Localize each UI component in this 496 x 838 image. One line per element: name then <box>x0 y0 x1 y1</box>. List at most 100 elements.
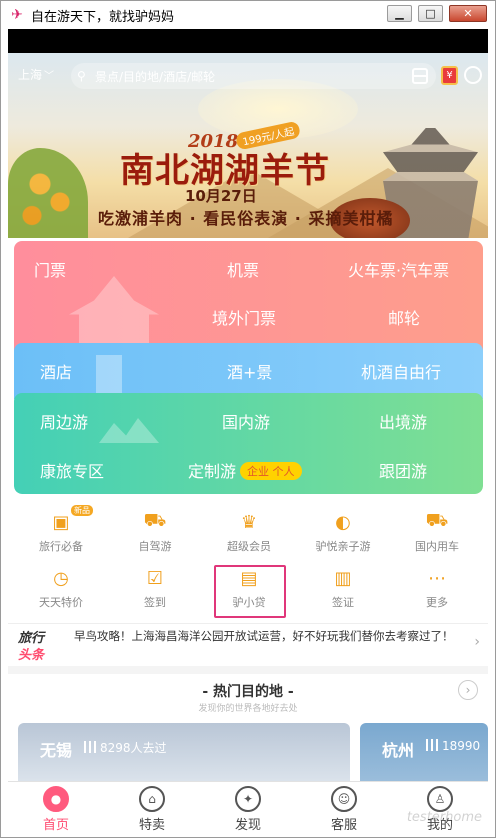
headlines-logo-line2: 头条 <box>18 648 45 663</box>
new-badge: 新品 <box>71 505 93 516</box>
window-title: 自在游天下，就找驴妈妈 <box>31 9 175 25</box>
tab-service[interactable]: ☺ 客服 <box>296 786 392 833</box>
hot-more-button[interactable]: › <box>458 680 478 700</box>
car-icon: ⛟ <box>143 510 167 531</box>
shortcut-more[interactable]: ⋯ 更多 <box>397 567 477 610</box>
chevron-down-icon: ﹀ <box>44 71 55 82</box>
destination-name: 无锡 <box>40 741 73 760</box>
grid-item-cruise[interactable]: 邮轮 <box>388 305 420 329</box>
suitcase-icon: ▣ <box>52 511 70 533</box>
shortcut-label: 更多 <box>426 596 448 609</box>
grid-item-flight-hotel[interactable]: 机酒自由行 <box>361 359 441 383</box>
mountain-illustration <box>99 418 159 443</box>
custom-tour-label: 定制游 <box>188 462 237 481</box>
bar-chart-icon <box>426 739 438 751</box>
scan-icon[interactable] <box>412 68 428 84</box>
grid-item-train-bus[interactable]: 火车票·汽车票 <box>348 257 449 281</box>
tab-label: 首页 <box>42 818 69 833</box>
bar-chart-icon <box>84 741 96 753</box>
shortcut-label: 签证 <box>332 596 354 609</box>
tickets-section: 门票 机票 火车票·汽车票 境外门票 邮轮 <box>14 241 483 353</box>
grid-item-overseas-tickets[interactable]: 境外门票 <box>212 305 276 329</box>
destination-name: 杭州 <box>382 741 415 760</box>
hotel-section: 酒店 酒+景 机酒自由行 <box>14 343 483 399</box>
shortcut-family-tour[interactable]: ◐ 驴悦亲子游 <box>303 511 383 554</box>
status-bar <box>8 29 488 53</box>
shortcut-car-rental[interactable]: ⛟ 国内用车 <box>397 510 477 554</box>
hot-destinations-subtitle: 发现你的世界各地好去处 <box>198 704 298 714</box>
grid-item-hotel-scenic[interactable]: 酒+景 <box>227 359 272 383</box>
app-content: 2018 199元/人起 南北湖湖羊节 10月27日 吃激浦羊肉 · 看民俗表演… <box>8 53 488 833</box>
orange-tree-image <box>8 148 88 238</box>
city-label: 上海 <box>18 68 43 82</box>
tab-discover[interactable]: ✦ 发现 <box>200 786 296 833</box>
vehicle-icon: ⛟ <box>425 510 449 531</box>
temple-illustration <box>69 276 159 346</box>
user-icon[interactable] <box>464 66 482 84</box>
search-icon: ⚲ <box>77 69 86 83</box>
highlight-box <box>214 565 286 618</box>
tours-section: 周边游 国内游 出境游 康旅专区 定制游 企业 个人 跟团游 <box>14 393 483 494</box>
shortcut-label: 驴悦亲子游 <box>315 540 371 553</box>
hot-destinations-title: - 热门目的地 - <box>202 684 294 700</box>
promo-banner[interactable]: 2018 199元/人起 南北湖湖羊节 10月27日 吃激浦羊肉 · 看民俗表演… <box>8 53 488 238</box>
shortcut-label: 超级会员 <box>227 540 271 553</box>
grid-item-wellness[interactable]: 康旅专区 <box>40 458 104 482</box>
app-window: ✈ 自在游天下，就找驴妈妈 ▁ □ ✕ 2018 199元/人起 南北湖湖羊节 … <box>0 0 496 838</box>
compass-icon: ✦ <box>235 786 261 812</box>
shortcut-label: 国内用车 <box>415 540 459 553</box>
calendar-check-icon: ☑ <box>146 567 164 589</box>
custom-tour-tag: 企业 个人 <box>240 462 302 480</box>
close-button[interactable]: ✕ <box>449 5 487 22</box>
crown-icon: ♛ <box>240 511 258 533</box>
search-placeholder: 景点/目的地/酒店/邮轮 <box>95 69 216 84</box>
window-titlebar: ✈ 自在游天下，就找驴妈妈 ▁ □ ✕ <box>1 1 495 29</box>
clock-icon: ◷ <box>53 567 69 589</box>
tab-label: 客服 <box>330 818 357 833</box>
grid-item-domestic-tour[interactable]: 国内游 <box>222 409 270 433</box>
passport-icon: ▥ <box>334 567 352 589</box>
gift-icon[interactable]: ¥ <box>441 66 458 85</box>
grid-item-group-tour[interactable]: 跟团游 <box>379 458 427 482</box>
search-row: 上海 ﹀ ⚲ 景点/目的地/酒店/邮轮 ¥ <box>8 63 488 89</box>
shortcut-label: 旅行必备 <box>39 540 83 553</box>
more-icon: ⋯ <box>428 567 446 589</box>
watermark: testerhome <box>406 810 482 825</box>
chevron-right-icon: › <box>474 634 480 650</box>
banner-date: 10月27日 <box>185 187 257 205</box>
grid-item-custom-tour[interactable]: 定制游 企业 个人 <box>188 458 302 482</box>
shortcut-visa[interactable]: ▥ 签证 <box>303 567 383 610</box>
tab-label: 特卖 <box>138 818 165 833</box>
shortcut-daily-deals[interactable]: ◷ 天天特价 <box>21 567 101 610</box>
city-selector[interactable]: 上海 ﹀ <box>18 66 54 83</box>
section-separator <box>8 666 488 674</box>
destination-stat: 8298人去过 <box>84 739 167 756</box>
tab-sale[interactable]: ⌂ 特卖 <box>104 786 200 833</box>
bag-icon: ⌂ <box>139 786 165 812</box>
shortcut-self-drive[interactable]: ⛟ 自驾游 <box>115 510 195 554</box>
balloon-icon: ◐ <box>335 511 351 533</box>
grid-item-nearby-tour[interactable]: 周边游 <box>40 409 88 433</box>
bottom-tab-bar: ● 首页 ⌂ 特卖 ✦ 发现 ☺ 客服 ♙ 我的 <box>8 781 488 833</box>
travel-headlines[interactable]: 旅行 头条 早鸟攻略！上海海昌海洋公园开放试运营，好不好玩我们替你去考察过了！ … <box>8 624 488 666</box>
service-icon: ☺ <box>331 786 357 812</box>
search-input[interactable]: ⚲ 景点/目的地/酒店/邮轮 <box>71 63 436 89</box>
tab-label: 发现 <box>234 818 261 833</box>
shortcut-check-in[interactable]: ☑ 签到 <box>115 567 195 610</box>
minimize-button[interactable]: ▁ <box>387 5 412 22</box>
home-icon: ● <box>43 786 69 812</box>
shortcut-travel-essentials[interactable]: ▣ 新品 旅行必备 <box>21 505 101 554</box>
grid-item-hotel[interactable]: 酒店 <box>40 359 72 383</box>
profile-icon: ♙ <box>427 786 453 812</box>
shortcut-label: 天天特价 <box>39 596 83 609</box>
grid-item-flights[interactable]: 机票 <box>227 257 259 281</box>
grid-item-outbound-tour[interactable]: 出境游 <box>379 409 427 433</box>
grid-item-tickets[interactable]: 门票 <box>34 257 66 281</box>
shortcut-label: 签到 <box>144 596 166 609</box>
tab-home[interactable]: ● 首页 <box>8 786 104 833</box>
headline-text: 早鸟攻略！上海海昌海洋公园开放试运营，好不好玩我们替你去考察过了！ <box>74 629 454 643</box>
shortcut-super-member[interactable]: ♛ 超级会员 <box>209 511 289 554</box>
maximize-button[interactable]: □ <box>418 5 443 22</box>
destination-stat: 18990 <box>426 739 480 753</box>
shortcut-label: 自驾游 <box>138 540 172 553</box>
